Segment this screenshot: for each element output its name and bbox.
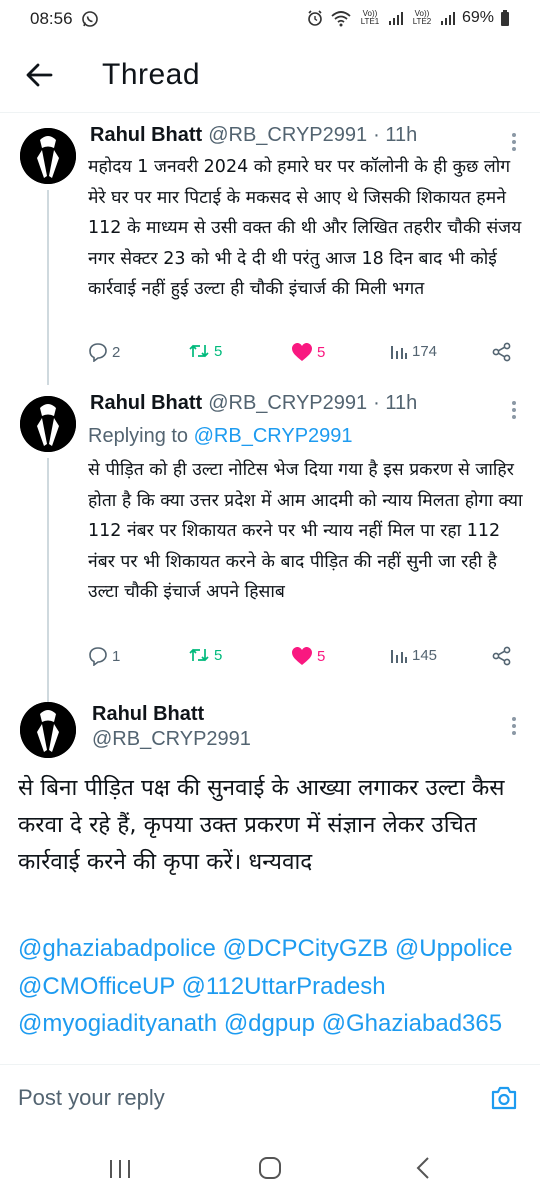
comment-icon xyxy=(89,343,107,362)
home-icon[interactable] xyxy=(258,1156,282,1180)
view-count: 145 xyxy=(412,646,438,664)
status-time: 08:56 xyxy=(30,9,73,28)
share-button[interactable] xyxy=(492,646,512,666)
reply-button[interactable]: 2 xyxy=(88,342,120,362)
user-handle[interactable]: @RB_CRYP2991 xyxy=(208,124,367,147)
signal-icon xyxy=(388,12,403,25)
heart-icon xyxy=(292,647,312,665)
bar-chart-icon xyxy=(391,650,407,663)
retweet-button[interactable]: 5 xyxy=(188,342,222,360)
battery-icon xyxy=(501,10,509,26)
reply-count: 2 xyxy=(112,343,121,361)
post-actions: 2 5 5 174 xyxy=(88,342,518,370)
bar-chart-icon xyxy=(391,346,407,359)
comment-icon xyxy=(89,647,107,666)
more-vertical-icon[interactable] xyxy=(512,130,518,154)
sim2-label: Vo)) LTE2 xyxy=(412,9,432,26)
replying-handle-link[interactable]: @RB_CRYP2991 xyxy=(194,425,353,447)
views-button[interactable]: 145 xyxy=(390,646,437,664)
post-header: Rahul Bhatt @RB_CRYP2991 · 11h xyxy=(90,124,417,147)
avatar-praying-hands-image xyxy=(20,128,76,184)
display-name[interactable]: Rahul Bhatt xyxy=(90,392,202,415)
share-button[interactable] xyxy=(492,342,512,362)
thread-post[interactable]: Rahul Bhatt @RB_CRYP2991 · 11h Replying … xyxy=(0,380,540,703)
retweet-count: 5 xyxy=(214,342,223,360)
retweet-icon xyxy=(189,344,209,358)
like-count: 5 xyxy=(317,647,326,665)
share-icon xyxy=(492,342,511,362)
retweet-count: 5 xyxy=(214,646,223,664)
avatar[interactable] xyxy=(20,396,76,452)
reply-count: 1 xyxy=(112,647,121,665)
display-name[interactable]: Rahul Bhatt xyxy=(90,124,202,147)
like-button[interactable]: 5 xyxy=(291,342,325,362)
post-actions: 1 5 5 145 xyxy=(88,646,518,674)
avatar[interactable] xyxy=(20,702,76,758)
alarm-icon xyxy=(308,10,322,26)
mention-link[interactable]: @ghaziabadpolice xyxy=(18,935,216,962)
reply-button[interactable]: 1 xyxy=(88,646,120,666)
display-name[interactable]: Rahul Bhatt xyxy=(92,703,251,726)
avatar-praying-hands-image xyxy=(20,396,76,452)
mention-list: @ghaziabadpolice @DCPCityGZB @Uppolice @… xyxy=(18,930,528,1043)
focused-post[interactable]: Rahul Bhatt @RB_CRYP2991 से बिना पीड़ित … xyxy=(0,690,540,1064)
mention-link[interactable]: @Ghaziabad365 xyxy=(322,1010,503,1037)
reply-composer[interactable]: Post your reply xyxy=(0,1064,540,1137)
signal-icon xyxy=(440,12,455,25)
top-app-bar: Thread xyxy=(0,40,540,113)
mention-link[interactable]: @112UttarPradesh xyxy=(182,973,386,1000)
sim1-label: Vo)) LTE1 xyxy=(360,9,380,26)
arrow-left-icon[interactable] xyxy=(24,60,54,90)
replying-prefix: Replying to xyxy=(88,425,194,447)
share-icon xyxy=(492,646,511,666)
post-time: · 11h xyxy=(373,124,418,146)
view-count: 174 xyxy=(412,342,438,360)
post-header: Rahul Bhatt @RB_CRYP2991 · 11h xyxy=(90,392,417,415)
post-text: महोदय 1 जनवरी 2024 को हमारे घर पर कॉलोनी… xyxy=(88,157,522,299)
avatar[interactable] xyxy=(20,128,76,184)
mention-link[interactable]: @dgpup xyxy=(224,1010,315,1037)
post-text: से पीड़ित को ही उल्टा नोटिस भेज दिया गया… xyxy=(88,460,523,602)
like-count: 5 xyxy=(317,343,326,361)
thread-connector xyxy=(47,190,49,385)
more-vertical-icon[interactable] xyxy=(512,714,518,738)
mention-link[interactable]: @Uppolice xyxy=(395,935,513,962)
mention-link[interactable]: @DCPCityGZB xyxy=(223,935,389,962)
back-icon[interactable] xyxy=(414,1156,432,1180)
mention-link[interactable]: @CMOfficeUP xyxy=(18,973,175,1000)
status-bar: 08:56 Vo)) LTE1 Vo)) LTE2 69% xyxy=(0,0,540,40)
wifi-icon xyxy=(331,11,351,27)
views-button[interactable]: 174 xyxy=(390,342,437,360)
retweet-button[interactable]: 5 xyxy=(188,646,222,664)
avatar-praying-hands-image xyxy=(20,702,76,758)
retweet-icon xyxy=(189,648,209,662)
whatsapp-icon xyxy=(81,11,98,27)
system-navigation-bar xyxy=(0,1136,540,1200)
replying-to: Replying to @RB_CRYP2991 xyxy=(88,425,353,448)
thread-connector xyxy=(47,458,49,703)
user-handle[interactable]: @RB_CRYP2991 xyxy=(92,728,251,751)
mention-link[interactable]: @myogiadityanath xyxy=(18,1010,217,1037)
post-author: Rahul Bhatt @RB_CRYP2991 xyxy=(92,703,251,751)
user-handle[interactable]: @RB_CRYP2991 xyxy=(208,392,367,415)
page-title: Thread xyxy=(102,58,201,91)
recent-apps-icon[interactable] xyxy=(108,1158,132,1180)
post-time: · 11h xyxy=(373,392,418,414)
more-vertical-icon[interactable] xyxy=(512,398,518,422)
thread-post[interactable]: Rahul Bhatt @RB_CRYP2991 · 11h महोदय 1 ज… xyxy=(0,112,540,385)
camera-icon[interactable] xyxy=(490,1085,518,1111)
reply-input[interactable]: Post your reply xyxy=(18,1085,165,1111)
battery-percent: 69% xyxy=(461,9,494,26)
like-button[interactable]: 5 xyxy=(291,646,325,666)
heart-icon xyxy=(292,343,312,361)
post-text: से बिना पीड़ित पक्ष की सुनवाई के आख्या ल… xyxy=(18,775,505,875)
